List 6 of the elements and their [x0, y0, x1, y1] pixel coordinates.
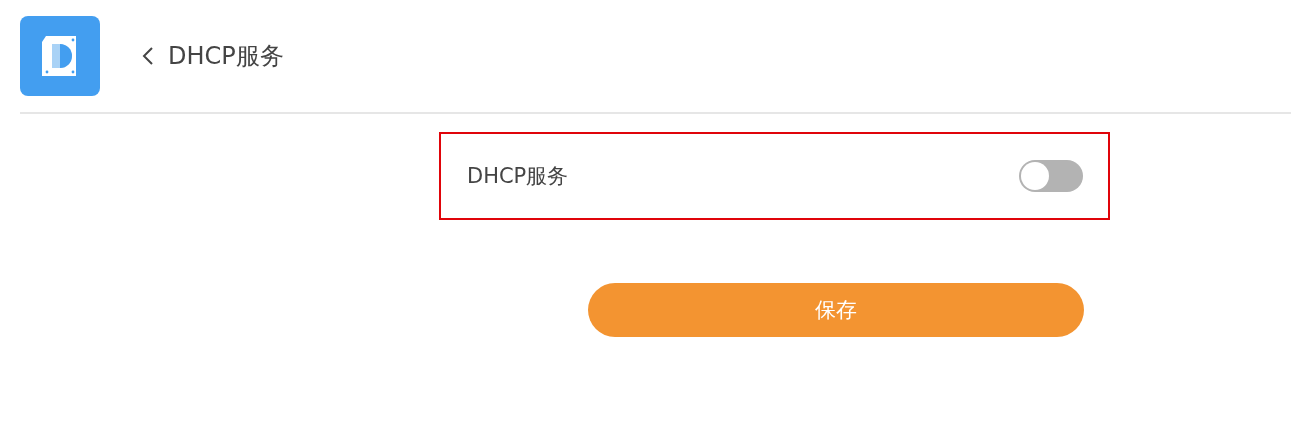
back-icon[interactable] [142, 46, 154, 66]
toggle-switch[interactable] [1019, 160, 1083, 192]
save-button[interactable]: 保存 [588, 283, 1084, 337]
app-logo-icon [20, 16, 100, 96]
setting-label: DHCP服务 [467, 163, 569, 190]
page-title: DHCP服务 [168, 41, 284, 72]
